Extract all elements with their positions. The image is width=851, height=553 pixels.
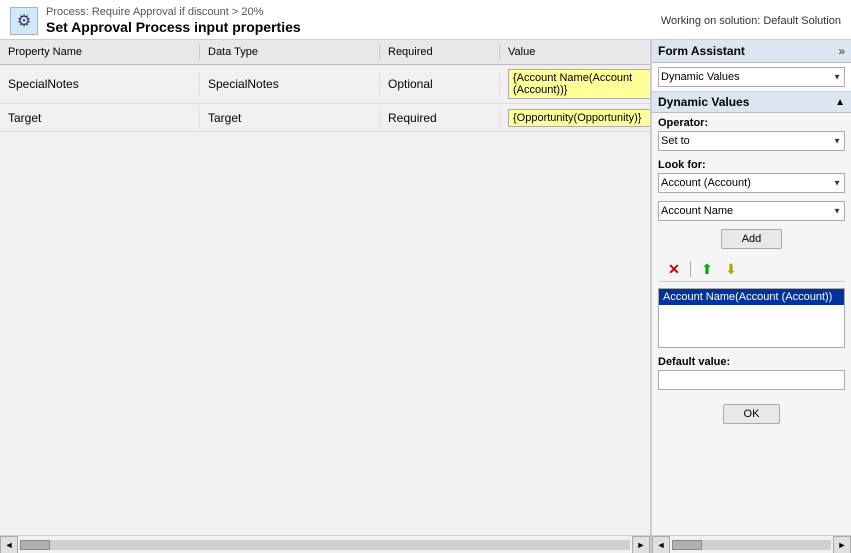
list-item[interactable]: Account Name(Account (Account)) [659, 289, 844, 305]
top-bar-left: ⚙ Process: Require Approval if discount … [10, 6, 301, 35]
field-select-wrapper: Account Name [658, 201, 845, 221]
fa-scroll-right[interactable]: ► [833, 536, 851, 553]
page-title: Set Approval Process input properties [46, 19, 301, 35]
cell-value-2[interactable]: {Opportunity(Opportunity)} [500, 105, 651, 131]
bottom-scrollbar: ◄ ► [0, 535, 650, 553]
fa-section-header: Dynamic Values ▲ [652, 92, 851, 113]
table-spacer [0, 132, 650, 535]
table-area: Property Name Data Type Required Value S… [0, 40, 651, 553]
cell-property-name-1: SpecialNotes [0, 73, 200, 95]
toolbar-divider [690, 261, 691, 277]
table-row: SpecialNotes SpecialNotes Optional {Acco… [0, 65, 650, 104]
default-value-label: Default value: [658, 356, 845, 368]
look-for-label: Look for: [658, 159, 845, 171]
operator-label: Operator: [658, 117, 845, 129]
operator-select-wrapper: Set to [658, 131, 845, 151]
cell-required-2: Required [380, 107, 500, 129]
delete-icon[interactable]: ✕ [664, 259, 684, 279]
cell-required-1: Optional [380, 73, 500, 95]
fa-scroll-left[interactable]: ◄ [652, 536, 670, 553]
col-data-type: Data Type [200, 44, 380, 60]
default-value-row: Default value: [658, 352, 845, 390]
look-for-select-wrapper: Account (Account) [658, 173, 845, 193]
cell-value-1[interactable]: {Account Name(Account (Account))} [500, 65, 651, 103]
main-wrapper: ⚙ Process: Require Approval if discount … [0, 0, 851, 553]
fa-section-title: Dynamic Values [658, 95, 749, 109]
table-row: Target Target Required {Opportunity(Oppo… [0, 104, 650, 132]
scroll-thumb[interactable] [20, 540, 50, 550]
fa-scroll-track[interactable] [672, 540, 831, 550]
fa-collapse-btn[interactable]: ▲ [835, 97, 845, 108]
working-on-label: Working on solution: Default Solution [661, 15, 841, 27]
dynamic-values-select-wrapper: Dynamic Values [658, 67, 845, 87]
default-value-input[interactable] [658, 370, 845, 390]
col-property-name: Property Name [0, 44, 200, 60]
fa-bottom-scrollbar: ◄ ► [652, 535, 851, 553]
move-down-icon[interactable]: ⬇ [721, 259, 741, 279]
operator-select[interactable]: Set to [658, 131, 845, 151]
ok-button[interactable]: OK [723, 404, 781, 424]
top-bar: ⚙ Process: Require Approval if discount … [0, 0, 851, 40]
field-select-row: Account Name [658, 201, 845, 221]
move-up-icon[interactable]: ⬆ [697, 259, 717, 279]
dynamic-values-select[interactable]: Dynamic Values [658, 67, 845, 87]
value-field-1[interactable]: {Account Name(Account (Account))} [508, 69, 651, 99]
toolbar-icons: ✕ ⬆ ⬇ [658, 257, 845, 282]
scroll-left-arrow[interactable]: ◄ [0, 536, 18, 553]
scroll-right-arrow[interactable]: ► [632, 536, 650, 553]
col-value: Value [500, 44, 650, 60]
look-for-select[interactable]: Account (Account) [658, 173, 845, 193]
ok-row: OK [658, 404, 845, 424]
process-title-area: Process: Require Approval if discount > … [46, 6, 301, 35]
process-subtitle: Process: Require Approval if discount > … [46, 6, 301, 18]
fa-title: Form Assistant [658, 44, 745, 58]
cell-data-type-1: SpecialNotes [200, 73, 380, 95]
operator-row: Operator: Set to [658, 117, 845, 151]
col-required: Required [380, 44, 500, 60]
fa-dropdown-row: Dynamic Values [652, 63, 851, 92]
scroll-track[interactable] [20, 540, 630, 550]
field-select[interactable]: Account Name [658, 201, 845, 221]
table-header: Property Name Data Type Required Value [0, 40, 650, 65]
fa-list-area: Account Name(Account (Account)) [658, 288, 845, 348]
cell-property-name-2: Target [0, 107, 200, 129]
form-assistant-panel: Form Assistant » Dynamic Values Dynamic … [651, 40, 851, 553]
fa-header: Form Assistant » [652, 40, 851, 63]
add-button[interactable]: Add [721, 229, 783, 249]
fa-expand-btn[interactable]: » [838, 44, 845, 58]
fa-scroll-thumb[interactable] [672, 540, 702, 550]
cell-data-type-2: Target [200, 107, 380, 129]
content-row: Property Name Data Type Required Value S… [0, 40, 851, 553]
look-for-row: Look for: Account (Account) [658, 159, 845, 193]
value-field-2[interactable]: {Opportunity(Opportunity)} [508, 109, 651, 127]
gear-icon: ⚙ [10, 7, 38, 35]
fa-body: Operator: Set to Look for: Account (Acco… [652, 113, 851, 535]
